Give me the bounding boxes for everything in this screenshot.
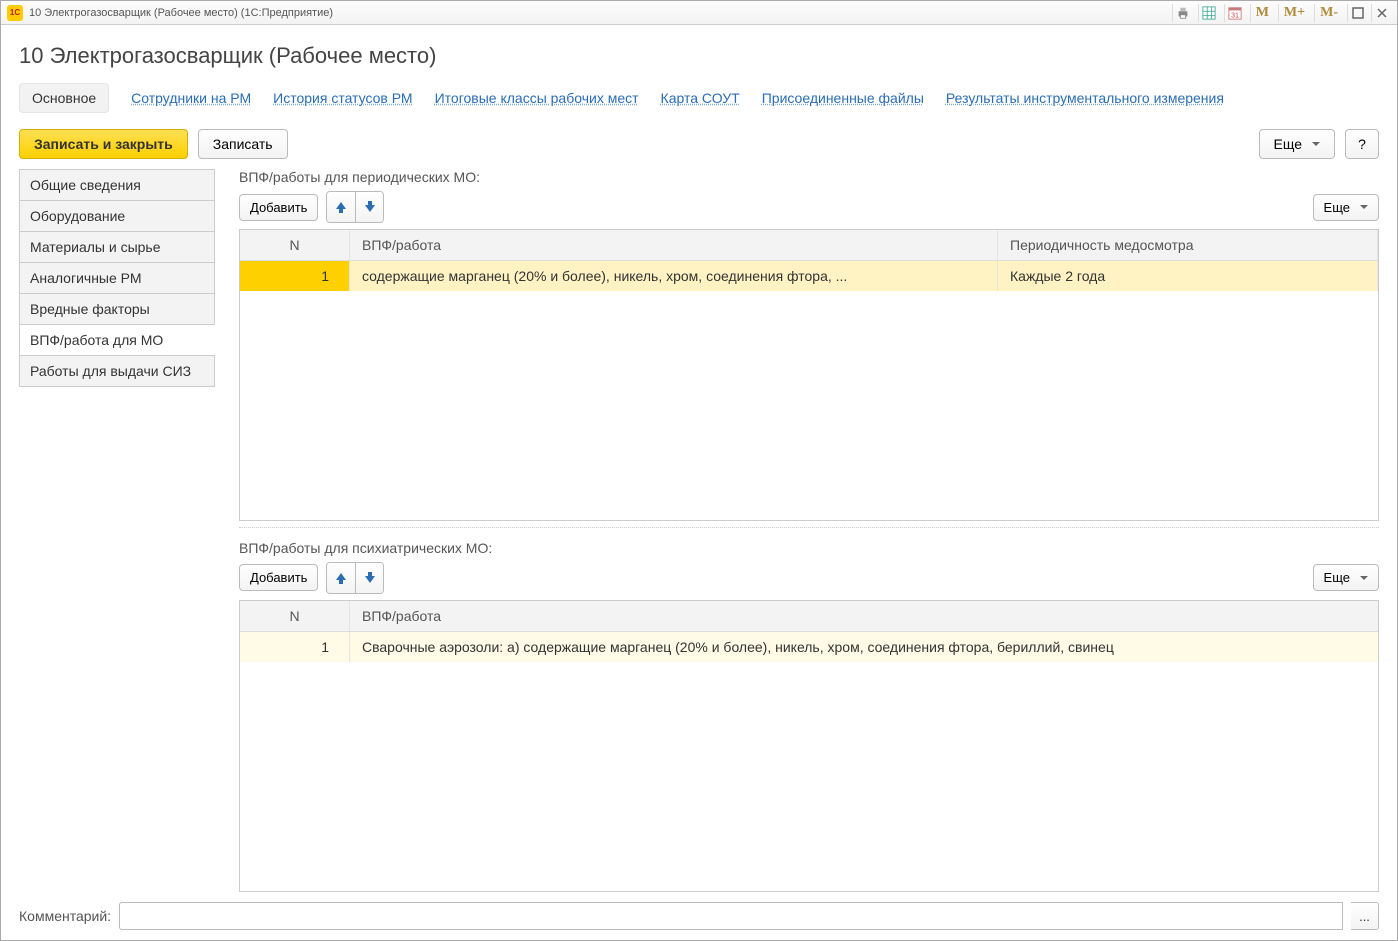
side-tab-siz-works[interactable]: Работы для выдачи СИЗ [19,355,215,387]
calendar-icon[interactable]: 31 [1224,4,1246,22]
nav-final-classes[interactable]: Итоговые классы рабочих мест [435,90,639,106]
section-divider [239,527,1379,528]
spreadsheet-icon[interactable] [1198,4,1220,22]
periodic-grid[interactable]: N ВПФ/работа Периодичность медосмотра 1 … [239,229,1379,521]
nav-main[interactable]: Основное [19,83,109,113]
psych-col-n[interactable]: N [240,601,350,631]
psych-row-vpf: Сварочные аэрозоли: а) содержащие марган… [350,632,1378,662]
nav-measure-results[interactable]: Результаты инструментального измерения [946,90,1224,106]
periodic-move-down-icon[interactable] [355,192,383,222]
save-button[interactable]: Записать [198,129,288,159]
periodic-col-vpf[interactable]: ВПФ/работа [350,230,998,260]
app-window: 1C 10 Электрогазосварщик (Рабочее место)… [0,0,1398,941]
psych-add-button[interactable]: Добавить [239,564,318,591]
psych-more-button[interactable]: Еще [1313,564,1379,591]
close-icon[interactable] [1371,4,1391,22]
table-row[interactable]: 1 содержащие марганец (20% и более), ник… [240,261,1378,291]
periodic-label: ВПФ/работы для периодических МО: [239,169,1379,185]
periodic-arrow-group [326,191,384,223]
nav-status-history[interactable]: История статусов РМ [273,90,412,106]
psych-grid-header: N ВПФ/работа [240,601,1378,632]
psych-section: ВПФ/работы для психиатрических МО: Добав… [239,540,1379,893]
periodic-row-n: 1 [240,261,350,291]
more-button[interactable]: Еще [1259,129,1336,159]
maximize-icon[interactable] [1347,4,1367,22]
nav-employees[interactable]: Сотрудники на РМ [131,90,251,106]
psych-label: ВПФ/работы для психиатрических МО: [239,540,1379,556]
periodic-section: ВПФ/работы для периодических МО: Добавит… [239,169,1379,521]
periodic-row-period: Каждые 2 года [998,261,1378,291]
periodic-add-button[interactable]: Добавить [239,194,318,221]
tb-m-minus-button[interactable]: M- [1314,4,1343,22]
side-tab-equipment[interactable]: Оборудование [19,200,215,231]
svg-text:31: 31 [1231,12,1239,19]
side-tabs: Общие сведения Оборудование Материалы и … [19,169,215,892]
comment-label: Комментарий: [19,908,111,924]
help-button[interactable]: ? [1345,129,1379,159]
psych-move-up-icon[interactable] [327,563,355,593]
print-icon[interactable] [1172,4,1194,22]
content-area: 10 Электрогазосварщик (Рабочее место) Ос… [1,25,1397,940]
psych-arrow-group [326,562,384,594]
psych-toolbar: Добавить Еще [239,562,1379,594]
psych-col-vpf[interactable]: ВПФ/работа [350,601,1378,631]
side-tab-vpf-mo[interactable]: ВПФ/работа для МО [19,324,215,355]
nav-sout-card[interactable]: Карта СОУТ [661,90,740,106]
side-tab-materials[interactable]: Материалы и сырье [19,231,215,262]
save-and-close-button[interactable]: Записать и закрыть [19,129,188,159]
periodic-toolbar: Добавить Еще [239,191,1379,223]
periodic-grid-header: N ВПФ/работа Периодичность медосмотра [240,230,1378,261]
app-logo-icon: 1C [7,5,23,21]
tb-m-plus-button[interactable]: M+ [1278,4,1310,22]
nav-attached-files[interactable]: Присоединенные файлы [762,90,924,106]
psych-row-n: 1 [240,632,350,662]
actions-row: Записать и закрыть Записать Еще ? [19,129,1379,159]
periodic-more-button[interactable]: Еще [1313,194,1379,221]
page-title: 10 Электрогазосварщик (Рабочее место) [19,43,1379,69]
tb-m-button[interactable]: M [1250,4,1274,22]
main-panel: ВПФ/работы для периодических МО: Добавит… [215,169,1379,892]
periodic-col-n[interactable]: N [240,230,350,260]
periodic-row-vpf: содержащие марганец (20% и более), никел… [350,261,998,291]
comment-row: Комментарий: ... [19,902,1379,930]
periodic-move-up-icon[interactable] [327,192,355,222]
table-row[interactable]: 1 Сварочные аэрозоли: а) содержащие марг… [240,632,1378,662]
comment-input[interactable] [119,902,1343,930]
side-tab-harmful-factors[interactable]: Вредные факторы [19,293,215,324]
side-tab-general[interactable]: Общие сведения [19,169,215,200]
psych-grid-body: 1 Сварочные аэрозоли: а) содержащие марг… [240,632,1378,892]
periodic-col-period[interactable]: Периодичность медосмотра [998,230,1378,260]
window-title: 10 Электрогазосварщик (Рабочее место) (1… [29,7,1172,19]
periodic-grid-body: 1 содержащие марганец (20% и более), ник… [240,261,1378,520]
psych-grid[interactable]: N ВПФ/работа 1 Сварочные аэрозоли: а) со… [239,600,1379,893]
section-nav: Основное Сотрудники на РМ История статус… [19,83,1379,113]
body-split: Общие сведения Оборудование Материалы и … [19,169,1379,892]
comment-pick-button[interactable]: ... [1351,902,1379,930]
titlebar-icons: 31 M M+ M- [1172,4,1391,22]
titlebar: 1C 10 Электрогазосварщик (Рабочее место)… [1,1,1397,25]
side-tab-analog-rm[interactable]: Аналогичные РМ [19,262,215,293]
psych-move-down-icon[interactable] [355,563,383,593]
